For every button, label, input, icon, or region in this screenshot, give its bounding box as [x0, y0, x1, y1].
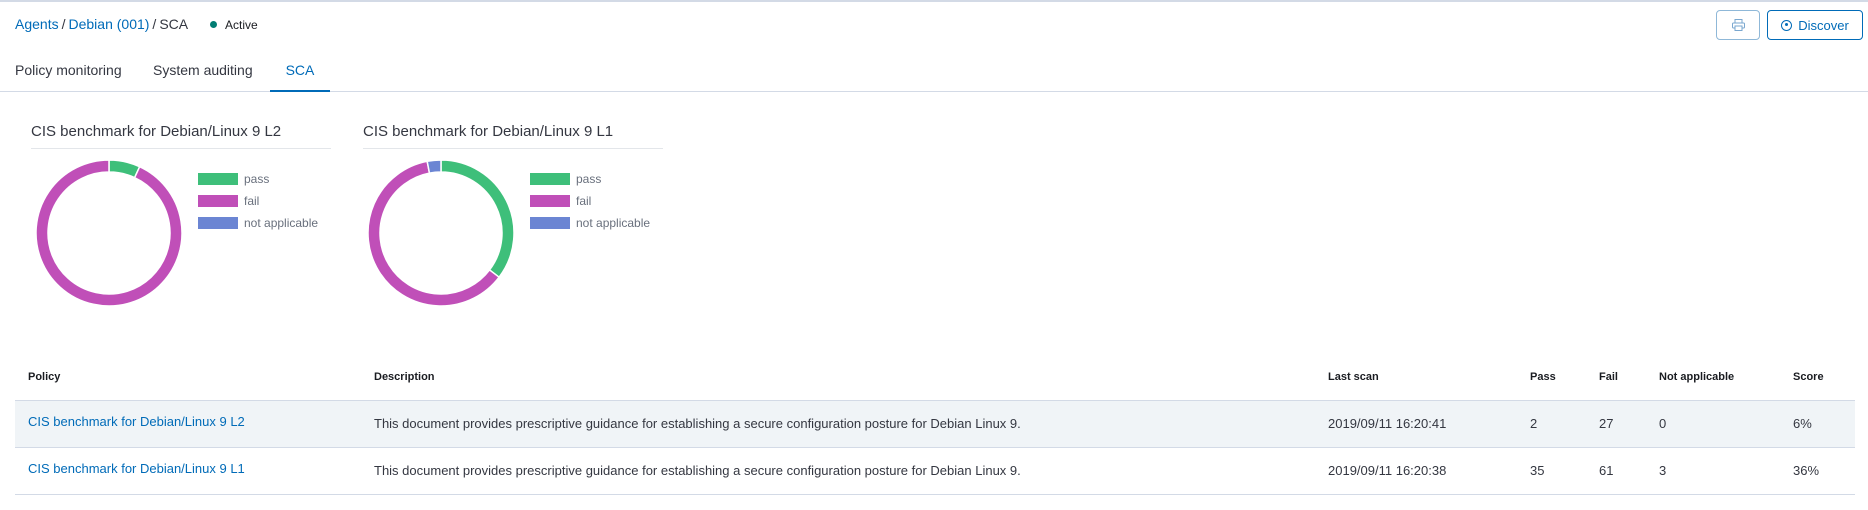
column-header-score[interactable]: Score — [1793, 371, 1824, 383]
policy-link[interactable]: CIS benchmark for Debian/Linux 9 L2 — [28, 414, 245, 429]
chart-legend: pass fail not applicable — [198, 168, 318, 234]
column-header-fail[interactable]: Fail — [1599, 371, 1618, 383]
breadcrumb-agent-link[interactable]: Debian (001) — [68, 16, 149, 32]
cell-fail: 61 — [1599, 463, 1614, 478]
print-icon — [1731, 19, 1745, 31]
chart-card: CIS benchmark for Debian/Linux 9 L1 pass… — [363, 118, 663, 318]
cell-not-applicable: 0 — [1659, 416, 1667, 431]
legend-swatch — [198, 195, 238, 207]
donut-slice-fail[interactable] — [35, 159, 183, 307]
table-row[interactable]: CIS benchmark for Debian/Linux 9 L2 This… — [15, 401, 1855, 448]
chart-legend: pass fail not applicable — [530, 168, 650, 234]
table-row[interactable]: CIS benchmark for Debian/Linux 9 L1 This… — [15, 448, 1855, 495]
chart-card: CIS benchmark for Debian/Linux 9 L2 pass… — [31, 118, 331, 318]
page-header: Agents / Debian (001) / SCA Active Discover — [0, 2, 1868, 46]
column-header-pass[interactable]: Pass — [1530, 371, 1556, 383]
column-header-not-applicable[interactable]: Not applicable — [1659, 371, 1734, 383]
legend-label: pass — [244, 172, 270, 186]
cell-description: This document provides prescriptive guid… — [374, 463, 1021, 478]
legend-swatch — [198, 173, 238, 185]
cell-pass: 2 — [1530, 416, 1538, 431]
breadcrumb-current: SCA — [159, 16, 189, 32]
legend-label: pass — [576, 172, 602, 186]
legend-item-pass[interactable]: pass — [198, 168, 318, 190]
column-header-last-scan[interactable]: Last scan — [1328, 371, 1379, 383]
breadcrumb: Agents / Debian (001) / SCA — [15, 16, 188, 32]
column-header-policy[interactable]: Policy — [28, 371, 60, 383]
breadcrumb-separator: / — [152, 16, 157, 32]
legend-swatch — [530, 217, 570, 229]
legend-label: fail — [576, 194, 592, 208]
donut-slice-pass[interactable] — [440, 159, 515, 279]
cell-fail: 27 — [1599, 416, 1614, 431]
cell-description: This document provides prescriptive guid… — [374, 416, 1021, 431]
cell-not-applicable: 3 — [1659, 463, 1667, 478]
discover-label: Discover — [1798, 17, 1849, 33]
compass-icon — [1781, 19, 1793, 31]
cell-last-scan: 2019/09/11 16:20:38 — [1328, 463, 1447, 478]
cell-score: 36% — [1793, 463, 1820, 478]
legend-item-not-applicable[interactable]: not applicable — [530, 212, 650, 234]
chart-title: CIS benchmark for Debian/Linux 9 L1 — [363, 118, 663, 149]
legend-item-fail[interactable]: fail — [198, 190, 318, 212]
legend-item-fail[interactable]: fail — [530, 190, 650, 212]
legend-swatch — [198, 217, 238, 229]
tab-system-auditing[interactable]: System auditing — [153, 55, 253, 92]
status-label: Active — [225, 18, 258, 32]
discover-button[interactable]: Discover — [1767, 10, 1863, 40]
legend-swatch — [530, 195, 570, 207]
status-dot-icon — [210, 21, 217, 28]
cell-pass: 35 — [1530, 463, 1545, 478]
column-header-description[interactable]: Description — [374, 371, 435, 383]
tab-bar: Policy monitoring System auditing SCA — [0, 55, 1868, 92]
legend-label: not applicable — [244, 216, 319, 230]
legend-label: fail — [244, 194, 260, 208]
tab-sca[interactable]: SCA — [270, 55, 330, 92]
legend-label: not applicable — [576, 216, 651, 230]
policies-table: Policy Description Last scan Pass Fail N… — [15, 364, 1855, 495]
tab-policy-monitoring[interactable]: Policy monitoring — [15, 55, 122, 92]
breadcrumb-agents-link[interactable]: Agents — [15, 16, 59, 32]
donut-slice-not-applicable[interactable] — [426, 159, 442, 174]
donut-chart — [35, 159, 183, 307]
breadcrumb-separator: / — [61, 16, 66, 32]
legend-item-not-applicable[interactable]: not applicable — [198, 212, 318, 234]
cell-score: 6% — [1793, 416, 1812, 431]
cell-last-scan: 2019/09/11 16:20:41 — [1328, 416, 1447, 431]
table-header: Policy Description Last scan Pass Fail N… — [15, 364, 1855, 401]
policy-link[interactable]: CIS benchmark for Debian/Linux 9 L1 — [28, 461, 245, 476]
chart-title: CIS benchmark for Debian/Linux 9 L2 — [31, 118, 331, 149]
agent-status: Active — [210, 18, 258, 32]
legend-swatch — [530, 173, 570, 185]
donut-chart — [367, 159, 515, 307]
print-button[interactable] — [1716, 10, 1760, 40]
legend-item-pass[interactable]: pass — [530, 168, 650, 190]
